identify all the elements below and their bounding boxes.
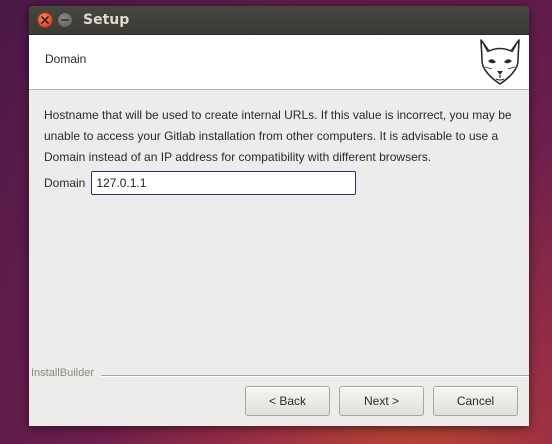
- cancel-button[interactable]: Cancel: [433, 386, 518, 416]
- close-icon: [41, 16, 49, 24]
- footer-divider: [101, 375, 529, 377]
- minimize-window-button[interactable]: [57, 12, 73, 28]
- titlebar: Setup: [29, 6, 529, 35]
- installbuilder-caption: InstallBuilder: [31, 367, 96, 379]
- domain-label: Domain: [44, 176, 86, 190]
- domain-field-row: Domain: [44, 171, 357, 195]
- close-window-button[interactable]: [37, 12, 53, 28]
- minimize-icon: [61, 19, 69, 21]
- page-title: Domain: [45, 52, 87, 66]
- footer-separator: InstallBuilder: [29, 367, 529, 379]
- page-header: Domain: [29, 35, 529, 90]
- gitlab-fox-logo-icon: [480, 39, 520, 85]
- next-button[interactable]: Next >: [339, 386, 424, 416]
- setup-window: Setup Domain Hostname that will be used …: [29, 6, 529, 426]
- back-button[interactable]: < Back: [245, 386, 330, 416]
- domain-input[interactable]: [91, 171, 357, 195]
- domain-description: Hostname that will be used to create int…: [44, 108, 512, 164]
- window-title: Setup: [83, 12, 130, 28]
